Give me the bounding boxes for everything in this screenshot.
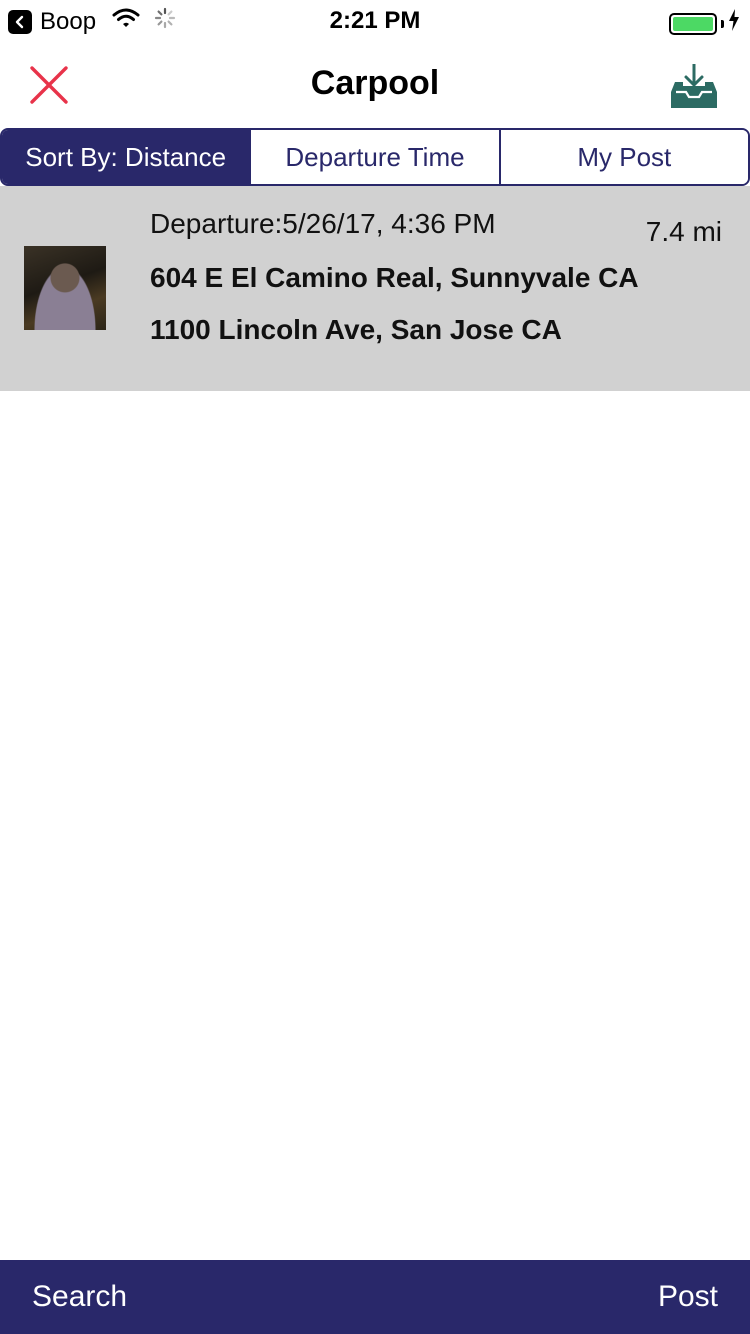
download-button[interactable] bbox=[664, 56, 724, 116]
carpool-screen: Boop 2:21 PM Carpool Sort By: Distance D… bbox=[0, 0, 750, 1334]
close-button[interactable] bbox=[22, 58, 76, 112]
battery-fill bbox=[673, 16, 713, 31]
origin-address: 604 E El Camino Real, Sunnyvale CA bbox=[150, 262, 639, 293]
charging-bolt-icon bbox=[728, 9, 740, 38]
destination-address: 1100 Lincoln Ave, San Jose CA bbox=[150, 314, 562, 345]
segment-departure-time[interactable]: Departure Time bbox=[249, 130, 499, 184]
back-to-app[interactable]: Boop bbox=[8, 7, 176, 36]
distance-label: 7.4 mi bbox=[645, 216, 722, 247]
activity-spinner-icon bbox=[154, 7, 176, 36]
post-tab[interactable]: Post bbox=[658, 1280, 718, 1314]
inbox-download-icon bbox=[671, 64, 717, 108]
battery-icon bbox=[669, 12, 717, 35]
departure-time: Departure:5/26/17, 4:36 PM bbox=[150, 208, 496, 239]
wifi-icon bbox=[112, 7, 140, 36]
battery-indicator bbox=[669, 9, 740, 38]
list-item[interactable]: Departure:5/26/17, 4:36 PM 7.4 mi 604 E … bbox=[0, 186, 750, 391]
sort-segmented-control: Sort By: Distance Departure Time My Post bbox=[0, 128, 750, 186]
navigation-bar: Carpool bbox=[0, 40, 750, 128]
segment-sort-distance[interactable]: Sort By: Distance bbox=[2, 130, 250, 184]
back-arrow-icon bbox=[8, 9, 32, 34]
close-icon bbox=[30, 66, 68, 104]
back-app-name: Boop bbox=[40, 7, 97, 35]
page-title: Carpool bbox=[310, 64, 440, 102]
bottom-tab-bar: Search Post bbox=[0, 1260, 750, 1334]
avatar bbox=[24, 246, 106, 330]
search-tab[interactable]: Search bbox=[32, 1280, 127, 1314]
battery-tip bbox=[721, 19, 724, 28]
ride-list: Departure:5/26/17, 4:36 PM 7.4 mi 604 E … bbox=[0, 186, 750, 391]
segment-my-post[interactable]: My Post bbox=[498, 130, 748, 184]
status-bar: Boop 2:21 PM bbox=[0, 0, 750, 40]
